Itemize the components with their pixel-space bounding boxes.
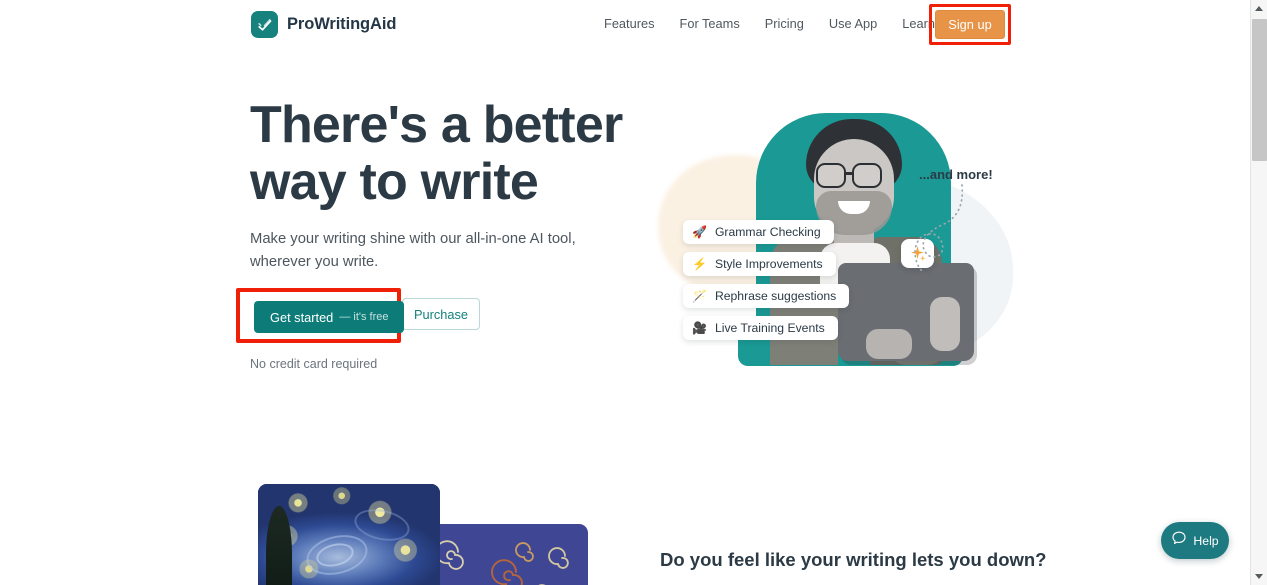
nav-link-for-teams[interactable]: For Teams	[680, 16, 740, 31]
blue-swirls-card	[432, 524, 588, 585]
feature-pill-label: Style Improvements	[714, 257, 823, 271]
help-button[interactable]: Help	[1161, 522, 1229, 559]
help-label: Help	[1193, 533, 1219, 548]
get-started-button[interactable]: Get started — it's free	[254, 301, 405, 333]
nav-link-features[interactable]: Features	[604, 16, 655, 31]
scroll-up-arrow-icon[interactable]	[1251, 0, 1267, 17]
hero-subtitle: Make your writing shine with our all-in-…	[250, 231, 576, 270]
brand-name: ProWritingAid	[287, 15, 397, 33]
browser-page: ProWritingAid Features For Teams Pricing…	[0, 0, 1267, 585]
scrollbar-thumb[interactable]	[1252, 19, 1267, 161]
rocket-icon: 🚀	[692, 225, 707, 239]
page-viewport: ProWritingAid Features For Teams Pricing…	[0, 0, 1250, 585]
scroll-down-arrow-icon[interactable]	[1251, 568, 1267, 585]
dotted-curly-arrow-icon	[914, 184, 964, 272]
feature-pill-list: 🚀 Grammar Checking ⚡ Style Improvements …	[683, 220, 850, 340]
hero-illustration: 🚀 Grammar Checking ⚡ Style Improvements …	[648, 105, 1018, 380]
no-credit-card-note: No credit card required	[250, 357, 378, 371]
get-started-free-suffix: — it's free	[339, 311, 389, 323]
hand-supporting	[866, 329, 912, 359]
nav-link-pricing[interactable]: Pricing	[765, 16, 804, 31]
feature-pill-label: Grammar Checking	[714, 225, 821, 239]
hero-title: There's a better way to write	[250, 96, 623, 211]
brand-logo-link[interactable]: ProWritingAid	[251, 11, 396, 38]
lightning-bolt-icon: ⚡	[692, 257, 707, 271]
and-more-label: ...and more!	[919, 167, 993, 182]
hand-holding-edge	[930, 297, 960, 351]
magic-wand-icon: 🪄	[692, 289, 707, 303]
prowritingaid-checkmark-logo-icon	[251, 11, 278, 38]
vertical-scrollbar[interactable]	[1250, 0, 1267, 585]
sign-up-annotation-box: Sign up	[929, 4, 1011, 45]
feature-pill-label: Live Training Events	[714, 321, 825, 335]
feature-pill-style-improvements: ⚡ Style Improvements	[683, 252, 836, 276]
site-header: ProWritingAid Features For Teams Pricing…	[0, 0, 1250, 49]
feature-pill-live-training-events: 🎥 Live Training Events	[683, 316, 838, 340]
get-started-annotation-box: Get started — it's free	[236, 288, 405, 343]
feature-pill-grammar-checking: 🚀 Grammar Checking	[683, 220, 834, 244]
section-question-heading: Do you feel like your writing lets you d…	[660, 549, 1047, 570]
sign-up-button[interactable]: Sign up	[935, 10, 1005, 39]
nav-link-use-app[interactable]: Use App	[829, 16, 877, 31]
chat-bubble-icon	[1171, 530, 1187, 551]
movie-camera-icon: 🎥	[692, 321, 707, 335]
feature-pill-label: Rephrase suggestions	[714, 289, 837, 303]
feature-pill-rephrase-suggestions: 🪄 Rephrase suggestions	[683, 284, 850, 308]
starry-night-painting	[258, 484, 440, 585]
purchase-button[interactable]: Purchase	[402, 298, 480, 330]
get-started-label: Get started	[270, 309, 334, 325]
